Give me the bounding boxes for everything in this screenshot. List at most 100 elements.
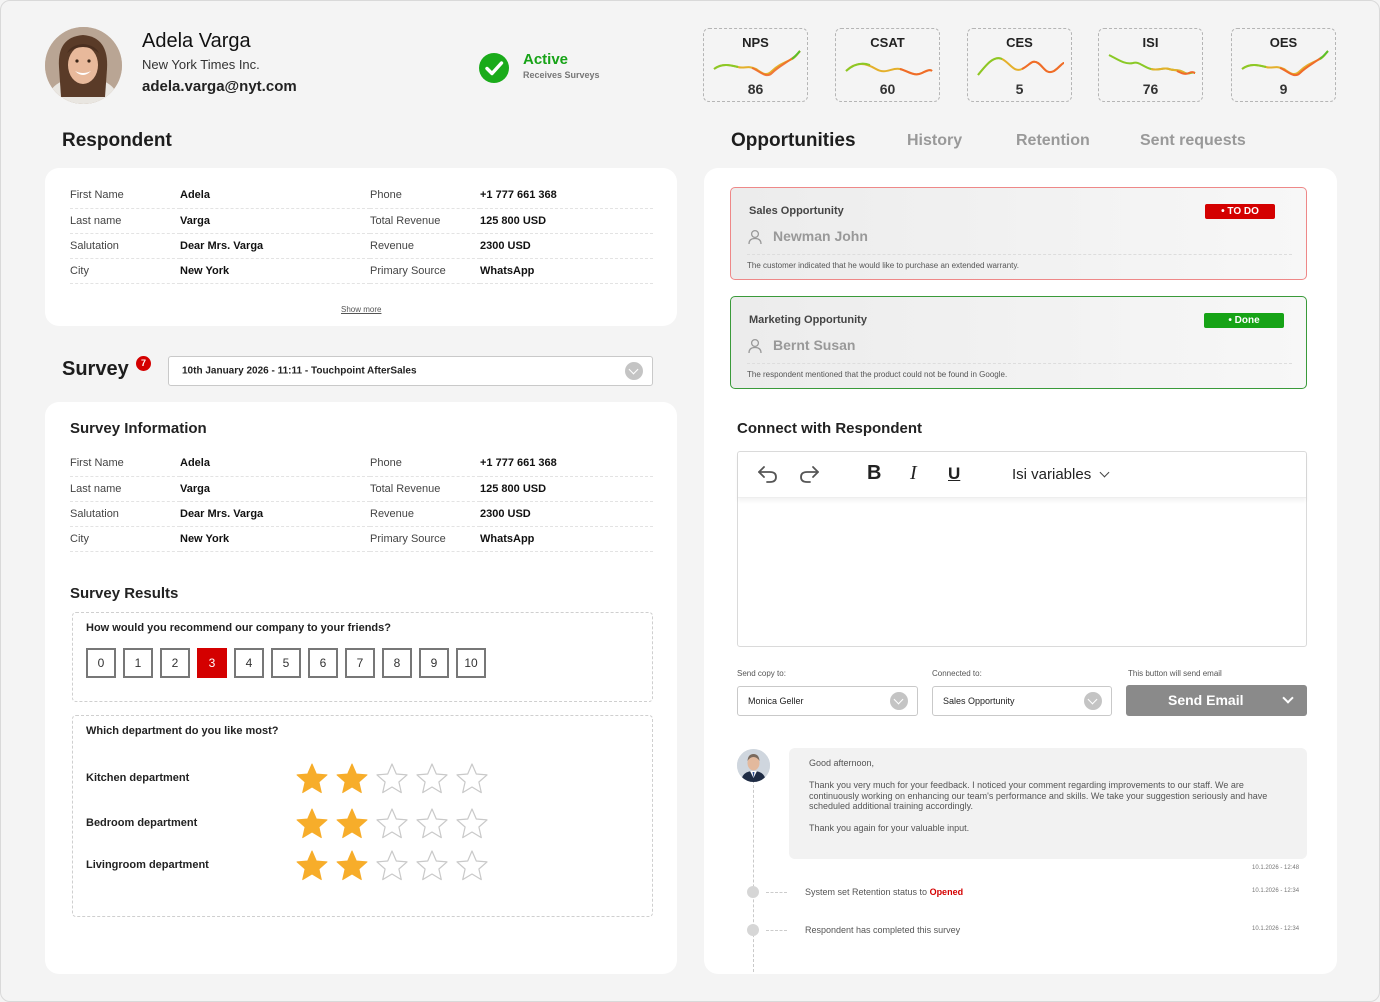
timeline-event-completed: Respondent has completed this survey [805,925,961,935]
table-row: City New York Primary Source WhatsApp [70,526,653,552]
star-icon[interactable] [415,849,449,883]
send-hint: This button will send email [1128,669,1222,678]
nps-option-10[interactable]: 10 [456,648,486,678]
kpi-card-ces[interactable]: CES 5 [967,28,1072,102]
variables-dropdown[interactable]: Isi variables [1012,466,1110,483]
kpi-value: 9 [1279,81,1288,97]
kpi-label: OES [1269,35,1298,50]
kpi-value: 86 [747,81,764,97]
respondent-email[interactable]: adela.varga@nyt.com [142,78,297,95]
nps-option-3[interactable]: 3 [197,648,227,678]
department-question: Which department do you like most? [86,725,279,737]
tab-opportunities[interactable]: Opportunities [731,130,856,152]
star-icon[interactable] [455,807,489,841]
italic-icon[interactable]: I [910,462,917,485]
star-icon[interactable] [335,807,369,841]
star-icon[interactable] [295,807,329,841]
connect-title: Connect with Respondent [737,420,922,437]
respondent-section-title: Respondent [62,130,172,151]
connected-label: Connected to: [932,669,982,678]
nps-option-5[interactable]: 5 [271,648,301,678]
nps-option-1[interactable]: 1 [123,648,153,678]
star-icon[interactable] [335,849,369,883]
survey-info-table: First Name Adela Phone +1 777 661 368 Last … [70,451,653,552]
copy-select[interactable]: Monica Geller [737,686,918,716]
department-label: Kitchen department [86,772,190,784]
kpi-label: CSAT [870,35,905,50]
send-email-button[interactable]: Send Email [1126,685,1307,716]
bold-icon[interactable]: B [867,462,881,485]
nps-option-7[interactable]: 7 [345,648,375,678]
divider [747,254,1292,255]
nps-option-9[interactable]: 9 [419,648,449,678]
undo-icon[interactable] [757,464,779,484]
person-icon [748,229,762,245]
table-row: First Name Adela Phone +1 777 661 368 [70,451,653,477]
status-subtext: Receives Surveys [523,70,600,80]
star-icon[interactable] [295,762,329,796]
status-badge: • Done [1204,313,1284,328]
opportunity-title: Marketing Opportunity [749,314,867,326]
tab-history[interactable]: History [907,132,962,150]
message-closing: Thank you again for your valuable input. [809,823,970,833]
star-icon[interactable] [335,762,369,796]
nps-option-4[interactable]: 4 [234,648,264,678]
star-icon[interactable] [455,849,489,883]
message-greeting: Good afternoon, [809,758,875,768]
table-row: Last name Varga Total Revenue 125 800 USD [70,208,653,234]
star-icon[interactable] [295,849,329,883]
opportunity-card-marketing[interactable]: Marketing Opportunity Bernt Susan • Done… [730,296,1307,389]
star-icon[interactable] [415,807,449,841]
divider [747,363,1292,364]
nps-option-0[interactable]: 0 [86,648,116,678]
survey-select[interactable]: 10th January 2026 - 11:11 - Touchpoint A… [168,356,653,386]
respondent-info-table: First Name Adela Phone +1 777 661 368 Last … [70,183,653,284]
tab-retention[interactable]: Retention [1016,132,1090,150]
respondent-company: New York Times Inc. [142,57,260,72]
kpi-card-oes[interactable]: OES 9 [1231,28,1336,102]
table-row: Salutation Dear Mrs. Varga Revenue 2300 USD [70,233,653,259]
star-icon[interactable] [455,762,489,796]
event-timestamp: 10.1.2026 - 12:34 [1252,888,1300,894]
kpi-value: 5 [1015,81,1024,97]
nps-option-2[interactable]: 2 [160,648,190,678]
star-icon[interactable] [375,762,409,796]
chevron-down-icon [1099,467,1110,478]
department-label: Livingroom department [86,859,209,871]
opportunity-title: Sales Opportunity [749,205,844,217]
copy-value: Monica Geller [748,696,804,706]
kpi-card-isi[interactable]: ISI 76 [1098,28,1203,102]
star-icon[interactable] [375,807,409,841]
show-more-link[interactable]: Show more [341,305,381,314]
timeline-event-retention: System set Retention status to Opened [805,887,964,897]
sparkline-icon [713,50,801,77]
nps-option-6[interactable]: 6 [308,648,338,678]
nps-option-8[interactable]: 8 [382,648,412,678]
message-body: Thank you very much for your feedback. I… [809,780,1268,811]
timeline-dot [747,886,759,898]
opportunity-card-sales[interactable]: Sales Opportunity Newman John • TO DO Th… [730,187,1307,280]
status-text: Active [523,51,569,68]
connected-select[interactable]: Sales Opportunity [932,686,1112,716]
survey-results-title: Survey Results [70,585,179,602]
chevron-down-icon [1084,692,1102,710]
star-icon[interactable] [375,849,409,883]
kpi-value: 76 [1142,81,1159,97]
timeline-connector [766,930,787,931]
chevron-down-icon[interactable] [1282,692,1294,704]
opportunity-description: The customer indicated that he would lik… [747,261,1020,270]
tab-sent-requests[interactable]: Sent requests [1140,132,1246,150]
table-row: Last name Varga Total Revenue 125 800 USD [70,476,653,502]
kpi-card-csat[interactable]: CSAT 60 [835,28,940,102]
table-row: First Name Adela Phone +1 777 661 368 [70,183,653,209]
department-label: Bedroom department [86,817,198,829]
kpi-label: CES [1006,35,1033,50]
star-icon[interactable] [415,762,449,796]
chevron-down-icon [890,692,908,710]
underline-icon[interactable]: U [948,464,960,484]
kpi-card-nps[interactable]: NPS 86 [703,28,808,102]
timeline-connector [766,892,787,893]
chevron-down-icon [625,362,643,380]
survey-select-value: 10th January 2026 - 11:11 - Touchpoint A… [182,365,417,377]
redo-icon[interactable] [798,464,820,484]
